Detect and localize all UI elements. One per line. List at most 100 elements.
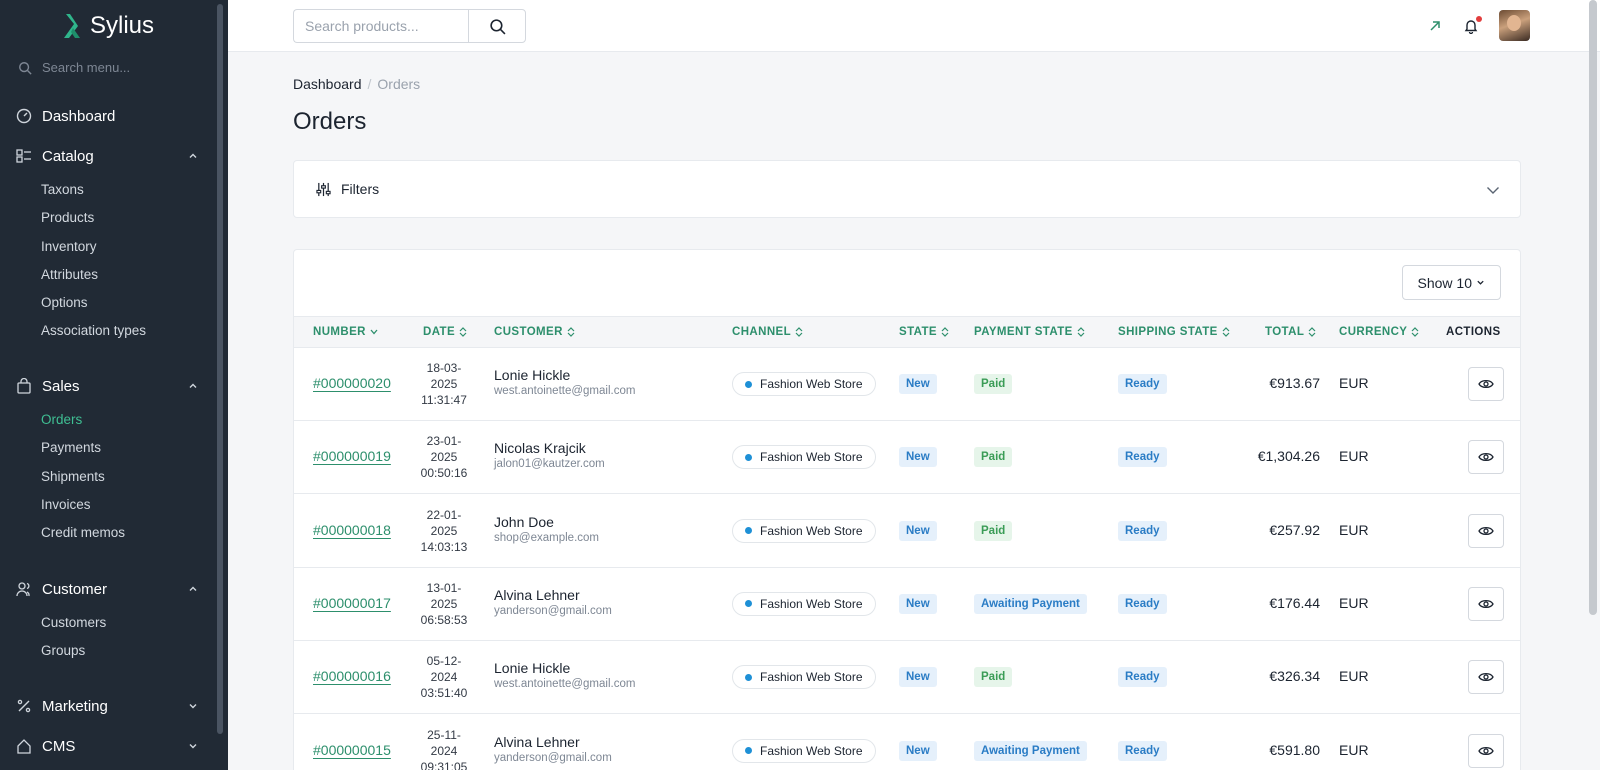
channel-dot	[745, 453, 752, 461]
sidebar-item-dashboard[interactable]: Dashboard	[0, 104, 210, 128]
state-badge: New	[899, 593, 937, 614]
table-row: #000000015 25-11- 2024 09:31:05 Alvina Lehne…	[294, 715, 1520, 770]
customer-email: yanderson@gmail.com	[494, 751, 612, 764]
payment-state-badge: Paid	[974, 667, 1013, 688]
sidebar-item-shipments[interactable]: Shipments	[0, 463, 210, 491]
sidebar-item-orders[interactable]: Orders	[0, 406, 210, 434]
sidebar-item-label: Catalog	[42, 147, 94, 165]
column-state[interactable]: STATE	[899, 326, 949, 338]
view-order-button[interactable]	[1468, 440, 1504, 475]
customer-name: Lonie Hickle	[494, 660, 571, 677]
customer-email: west.antoinette@gmail.com	[494, 678, 636, 691]
view-order-button[interactable]	[1468, 586, 1504, 621]
breadcrumb-dashboard[interactable]: Dashboard	[293, 76, 362, 92]
sidebar-item-sales[interactable]: Sales	[0, 374, 210, 398]
customer-cell: Lonie Hickle west.antoinette@gmail.com	[494, 367, 635, 397]
eye-icon	[1478, 453, 1494, 462]
sidebar-scrollbar[interactable]	[217, 4, 223, 734]
column-shipping-state[interactable]: SHIPPING STATE	[1118, 326, 1230, 338]
search-icon	[489, 18, 506, 35]
channel-dot	[745, 527, 752, 535]
sidebar-item-marketing[interactable]: Marketing	[0, 694, 210, 718]
view-order-button[interactable]	[1468, 513, 1504, 548]
channel-dot	[745, 747, 752, 754]
sylius-logo[interactable]: Sylius	[60, 12, 154, 40]
order-date: 22-01- 2025 14:03:13	[420, 507, 468, 554]
table-row: #000000020 18-03- 2025 11:31:47 Lonie Hickle…	[294, 348, 1520, 421]
column-channel[interactable]: CHANNEL	[732, 326, 803, 338]
column-number[interactable]: NUMBER	[313, 326, 378, 338]
chevron-down-icon	[189, 704, 197, 709]
payment-state-badge: Paid	[974, 520, 1013, 541]
sidebar-item-inventory[interactable]: Inventory	[0, 233, 210, 261]
sidebar-item-invoices[interactable]: Invoices	[0, 491, 210, 519]
sidebar-item-label: CMS	[42, 737, 76, 755]
column-payment-state[interactable]: PAYMENT STATE	[974, 326, 1085, 338]
sidebar-item-options[interactable]: Options	[0, 289, 210, 317]
order-number-link[interactable]: #000000015	[313, 742, 391, 758]
page-scrollbar[interactable]	[1589, 0, 1597, 615]
sidebar-item-groups[interactable]: Groups	[0, 637, 210, 665]
sidebar-search[interactable]: Search menu...	[18, 60, 130, 75]
avatar[interactable]	[1499, 10, 1530, 41]
eye-icon	[1478, 746, 1494, 755]
search-input[interactable]	[293, 9, 468, 43]
bell-icon[interactable]	[1463, 15, 1482, 34]
customer-email: jalon01@kautzer.com	[494, 458, 605, 471]
view-order-button[interactable]	[1468, 660, 1504, 695]
order-number-link[interactable]: #000000019	[313, 448, 391, 464]
sidebar-item-taxons[interactable]: Taxons	[0, 176, 210, 204]
state-badge: New	[899, 374, 937, 394]
chevron-down-icon	[189, 744, 197, 749]
sidebar-item-customers[interactable]: Customers	[0, 609, 210, 637]
order-date: 25-11- 2024 09:31:05	[420, 727, 468, 770]
sort-icon	[567, 327, 575, 337]
order-currency: EUR	[1339, 741, 1369, 758]
sidebar-item-label: Customer	[42, 580, 108, 598]
breadcrumb-current: Orders	[377, 76, 421, 92]
sidebar-item-catalog[interactable]: Catalog	[0, 144, 210, 168]
order-number-link[interactable]: #000000020	[313, 375, 391, 391]
sidebar: Sylius Search menu... Dashboard Catalog …	[0, 0, 228, 770]
sidebar-item-payments[interactable]: Payments	[0, 434, 210, 462]
chevron-up-icon	[189, 586, 197, 591]
customer-name: John Doe	[494, 513, 554, 530]
order-number-link[interactable]: #000000016	[313, 668, 391, 684]
column-date[interactable]: DATE	[423, 326, 467, 338]
sidebar-item-customer[interactable]: Customer	[0, 577, 210, 601]
sort-icon	[795, 327, 803, 337]
column-currency[interactable]: CURRENCY	[1339, 326, 1419, 338]
order-number-link[interactable]: #000000018	[313, 522, 391, 538]
column-total[interactable]: TOTAL	[1265, 326, 1316, 338]
search-button[interactable]	[468, 9, 526, 43]
order-total: €913.67	[1269, 375, 1320, 391]
external-link-icon[interactable]	[1427, 18, 1443, 34]
channel-badge: Fashion Web Store	[732, 665, 876, 690]
sort-icon	[941, 327, 949, 337]
sidebar-section-sales: Sales Orders Payments Shipments Invoices…	[0, 374, 210, 547]
view-order-button[interactable]	[1468, 733, 1504, 768]
table-header: NUMBER DATE CUSTOMER CHANNEL STATE PAYME…	[294, 316, 1520, 348]
sidebar-item-label: Dashboard	[42, 107, 116, 125]
home-icon	[15, 737, 33, 755]
sidebar-item-cms[interactable]: CMS	[0, 734, 210, 758]
shopping-bag-icon	[15, 377, 33, 395]
chevron-down-icon	[1487, 187, 1499, 194]
shipping-state-badge: Ready	[1118, 740, 1167, 761]
sliders-icon	[316, 182, 331, 196]
sidebar-item-credit-memos[interactable]: Credit memos	[0, 519, 210, 547]
customer-cell: Alvina Lehner yanderson@gmail.com	[494, 734, 612, 764]
customer-name: Alvina Lehner	[494, 733, 580, 750]
sort-icon	[459, 327, 467, 337]
order-date: 18-03- 2025 11:31:47	[421, 361, 467, 407]
sidebar-item-products[interactable]: Products	[0, 204, 210, 232]
filters-panel[interactable]: Filters	[293, 160, 1521, 218]
shipping-state-badge: Ready	[1118, 447, 1167, 468]
column-customer[interactable]: CUSTOMER	[494, 326, 575, 338]
page-size-select[interactable]: Show 10	[1401, 265, 1501, 300]
sidebar-item-attributes[interactable]: Attributes	[0, 261, 210, 289]
view-order-button[interactable]	[1468, 367, 1504, 401]
channel-badge: Fashion Web Store	[732, 518, 876, 543]
sidebar-item-association-types[interactable]: Association types	[0, 317, 210, 345]
order-number-link[interactable]: #000000017	[313, 595, 391, 611]
